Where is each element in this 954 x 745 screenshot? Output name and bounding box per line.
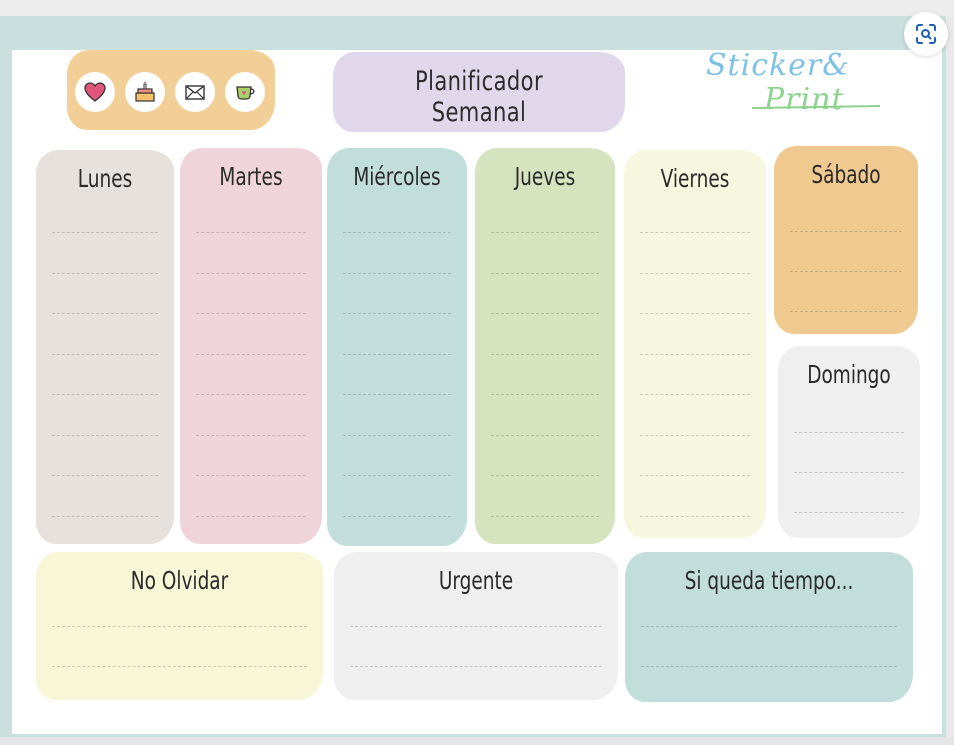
day-column-writing-line [794, 472, 904, 473]
day-column-writing-line [343, 475, 451, 476]
day-column-writing-line [343, 232, 451, 233]
day-column-label: Jueves [514, 162, 576, 191]
day-column-writing-line [343, 272, 451, 274]
heart-icon [75, 72, 115, 112]
note-section-writing-line [641, 666, 897, 667]
note-section-writing-line [52, 666, 307, 667]
day-column-writing-line [491, 313, 599, 314]
day-column-writing-line [196, 434, 306, 436]
day-column-writing-line [640, 394, 750, 395]
header-icons-panel [67, 50, 275, 130]
day-column-writing-line [491, 434, 599, 436]
day-column-writing-line [640, 232, 750, 233]
day-column-writing-line [491, 394, 599, 395]
day-column-writing-line [491, 515, 599, 517]
day-column-writing-line [491, 272, 599, 274]
day-column-writing-line [640, 353, 750, 355]
day-column-writing-line [196, 353, 306, 355]
day-column-7: Domingo [778, 346, 920, 538]
day-column-writing-line [52, 515, 158, 517]
day-column-writing-line [52, 313, 158, 314]
brand-underline [752, 105, 881, 109]
day-column-label: Domingo [807, 360, 891, 389]
bottom-bar [0, 737, 954, 745]
note-section-label: No Olvidar [130, 566, 229, 595]
day-column-writing-line [52, 434, 158, 436]
day-column-writing-line [790, 271, 902, 272]
brand-logo: Sticker& Print [702, 40, 892, 130]
day-column-writing-line [794, 512, 904, 513]
day-column-writing-line [52, 272, 158, 274]
day-column-writing-line [343, 515, 451, 517]
day-column-6: Sábado [774, 146, 918, 334]
note-section-2: Urgente [334, 552, 618, 700]
visual-search-icon [916, 24, 936, 44]
day-column-writing-line [640, 515, 750, 517]
day-column-writing-line [640, 434, 750, 436]
note-section-writing-line [52, 626, 307, 627]
day-column-writing-line [196, 515, 306, 517]
day-column-writing-line [343, 394, 451, 395]
day-column-2: Martes [180, 148, 322, 544]
day-column-writing-line [52, 475, 158, 476]
day-column-writing-line [640, 313, 750, 314]
cake-icon [125, 72, 165, 112]
day-column-writing-line [491, 353, 599, 355]
day-column-writing-line [52, 394, 158, 395]
day-column-writing-line [196, 475, 306, 476]
day-column-writing-line [640, 272, 750, 274]
note-section-label: Urgente [438, 566, 514, 595]
note-section-3: Si queda tiempo... [625, 552, 913, 702]
page-title-panel: Planificador Semanal [333, 52, 625, 132]
day-column-label: Martes [219, 162, 283, 191]
day-column-writing-line [196, 232, 306, 233]
day-column-writing-line [196, 313, 306, 314]
day-column-writing-line [640, 475, 750, 476]
note-section-writing-line [350, 626, 602, 627]
day-column-label: Viernes [660, 164, 730, 193]
day-column-writing-line [790, 311, 902, 312]
page-title: Planificador Semanal [414, 66, 543, 128]
day-column-writing-line [196, 394, 306, 395]
day-column-5: Viernes [624, 150, 766, 538]
day-column-1: Lunes [36, 150, 174, 544]
day-column-writing-line [491, 232, 599, 233]
note-section-writing-line [641, 626, 897, 627]
brand-logo-line1: Sticker& [706, 48, 850, 83]
day-column-writing-line [196, 272, 306, 274]
day-column-writing-line [790, 231, 902, 232]
day-column-label: Lunes [77, 164, 133, 193]
envelope-icon [175, 72, 215, 112]
day-column-3: Miércoles [327, 148, 467, 546]
coffee-cup-icon [225, 72, 265, 112]
day-column-writing-line [491, 475, 599, 476]
day-column-writing-line [343, 353, 451, 355]
day-column-label: Miércoles [353, 162, 441, 191]
note-section-writing-line [350, 666, 602, 667]
day-column-writing-line [52, 232, 158, 233]
day-column-writing-line [52, 353, 158, 355]
visual-search-button[interactable] [904, 12, 948, 56]
day-column-4: Jueves [475, 148, 615, 544]
day-column-writing-line [343, 434, 451, 436]
note-section-1: No Olvidar [36, 552, 323, 700]
day-column-writing-line [794, 432, 904, 433]
top-bar [0, 0, 954, 16]
note-section-label: Si queda tiempo... [684, 566, 854, 595]
day-column-label: Sábado [811, 160, 881, 189]
day-column-writing-line [343, 313, 451, 314]
